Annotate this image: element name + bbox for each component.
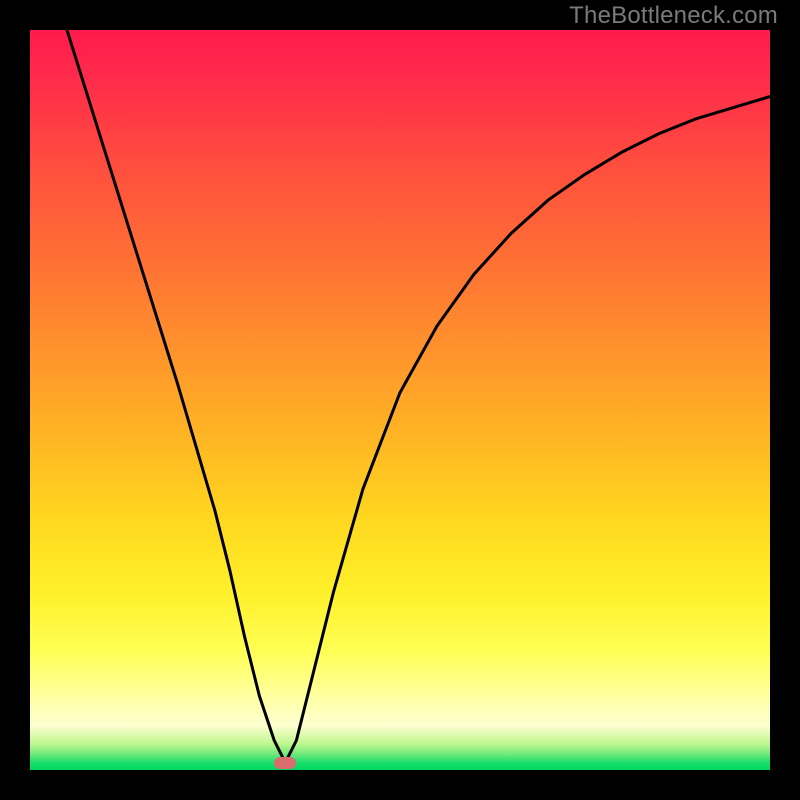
min-marker [274,757,296,769]
watermark-text: TheBottleneck.com [569,2,778,30]
bottleneck-curve [67,30,770,763]
curve-layer [30,30,770,770]
chart-frame: TheBottleneck.com [0,0,800,800]
plot-area [30,30,770,770]
